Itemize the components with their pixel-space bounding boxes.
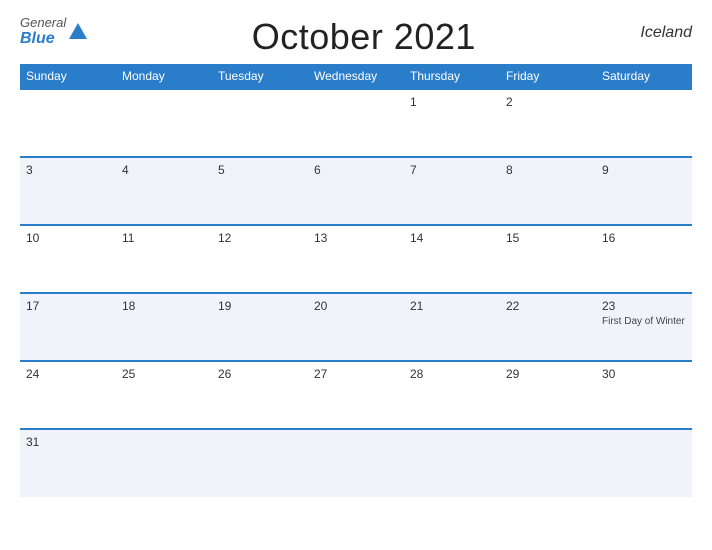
day-cell: 21 (404, 293, 500, 361)
day-number: 2 (506, 95, 590, 109)
day-cell: 9 (596, 157, 692, 225)
day-cell: 22 (500, 293, 596, 361)
logo-triangle-icon (69, 23, 87, 39)
day-number: 27 (314, 367, 398, 381)
day-cell (404, 429, 500, 497)
day-cell: 31 (20, 429, 116, 497)
day-number: 16 (602, 231, 686, 245)
calendar-grid: Sunday Monday Tuesday Wednesday Thursday… (20, 64, 692, 497)
day-cell: 2 (500, 89, 596, 157)
day-number: 30 (602, 367, 686, 381)
day-cell: 27 (308, 361, 404, 429)
day-number: 31 (26, 435, 110, 449)
day-number: 22 (506, 299, 590, 313)
day-number: 12 (218, 231, 302, 245)
col-monday: Monday (116, 64, 212, 89)
event-label: First Day of Winter (602, 315, 686, 328)
logo-general-text: General (20, 16, 66, 30)
day-number: 29 (506, 367, 590, 381)
day-cell (212, 89, 308, 157)
day-cell: 15 (500, 225, 596, 293)
logo: General Blue (20, 16, 87, 48)
day-cell: 26 (212, 361, 308, 429)
day-cell: 5 (212, 157, 308, 225)
col-thursday: Thursday (404, 64, 500, 89)
day-number: 26 (218, 367, 302, 381)
col-friday: Friday (500, 64, 596, 89)
day-cell: 11 (116, 225, 212, 293)
col-tuesday: Tuesday (212, 64, 308, 89)
day-cell (116, 429, 212, 497)
day-number: 25 (122, 367, 206, 381)
day-cell: 24 (20, 361, 116, 429)
day-cell: 10 (20, 225, 116, 293)
day-cell: 23 First Day of Winter (596, 293, 692, 361)
calendar-header: General Blue October 2021 Iceland (20, 16, 692, 58)
week-row-1: 3456789 (20, 157, 692, 225)
day-cell (308, 429, 404, 497)
day-cell (500, 429, 596, 497)
day-cell: 28 (404, 361, 500, 429)
day-cell: 16 (596, 225, 692, 293)
day-number: 28 (410, 367, 494, 381)
day-cell: 8 (500, 157, 596, 225)
day-number: 14 (410, 231, 494, 245)
day-number: 7 (410, 163, 494, 177)
day-number: 11 (122, 231, 206, 245)
week-row-0: 12 (20, 89, 692, 157)
day-number: 17 (26, 299, 110, 313)
day-number: 20 (314, 299, 398, 313)
day-cell: 1 (404, 89, 500, 157)
day-number: 9 (602, 163, 686, 177)
week-row-5: 31 (20, 429, 692, 497)
col-sunday: Sunday (20, 64, 116, 89)
day-cell: 13 (308, 225, 404, 293)
col-saturday: Saturday (596, 64, 692, 89)
day-cell: 4 (116, 157, 212, 225)
day-cell (596, 429, 692, 497)
week-row-4: 24 25 26 27 28 29 30 (20, 361, 692, 429)
day-number: 19 (218, 299, 302, 313)
day-number: 8 (506, 163, 590, 177)
day-number: 6 (314, 163, 398, 177)
day-number: 13 (314, 231, 398, 245)
day-number: 15 (506, 231, 590, 245)
country-label: Iceland (640, 16, 692, 42)
day-number: 1 (410, 95, 494, 109)
calendar-title: October 2021 (87, 16, 640, 58)
day-cell (20, 89, 116, 157)
day-cell: 12 (212, 225, 308, 293)
day-number: 21 (410, 299, 494, 313)
day-cell (212, 429, 308, 497)
day-number: 23 (602, 299, 686, 313)
day-cell: 7 (404, 157, 500, 225)
day-cell: 6 (308, 157, 404, 225)
day-cell: 14 (404, 225, 500, 293)
day-cell: 19 (212, 293, 308, 361)
day-cell: 3 (20, 157, 116, 225)
week-row-2: 10 11 12 13 14 15 16 (20, 225, 692, 293)
day-cell: 30 (596, 361, 692, 429)
logo-blue-text: Blue (20, 30, 66, 48)
week-row-3: 17 18 19 20 21 22 23 First Day of Winter (20, 293, 692, 361)
col-wednesday: Wednesday (308, 64, 404, 89)
day-number: 18 (122, 299, 206, 313)
day-number: 10 (26, 231, 110, 245)
day-number: 24 (26, 367, 110, 381)
day-cell: 20 (308, 293, 404, 361)
day-cell: 29 (500, 361, 596, 429)
weekday-header-row: Sunday Monday Tuesday Wednesday Thursday… (20, 64, 692, 89)
day-number: 5 (218, 163, 302, 177)
day-cell: 17 (20, 293, 116, 361)
day-number: 3 (26, 163, 110, 177)
day-cell: 18 (116, 293, 212, 361)
day-cell (116, 89, 212, 157)
day-cell: 25 (116, 361, 212, 429)
day-number: 4 (122, 163, 206, 177)
day-cell (308, 89, 404, 157)
calendar-container: General Blue October 2021 Iceland Sunday… (0, 0, 712, 550)
